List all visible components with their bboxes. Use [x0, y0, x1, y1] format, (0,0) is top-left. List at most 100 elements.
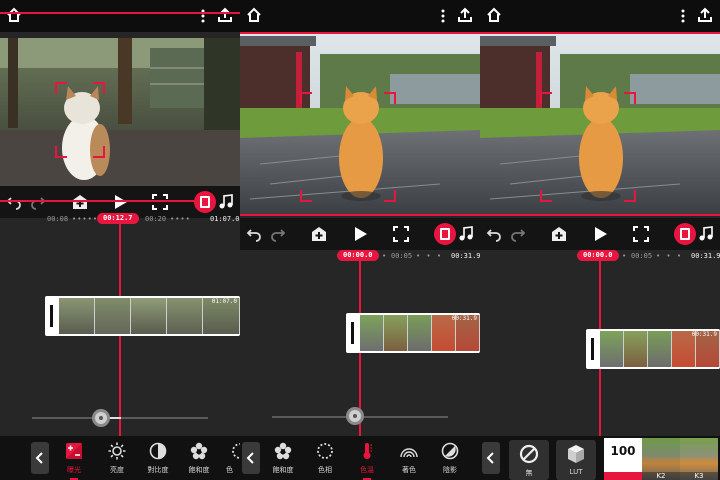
playback-controls	[480, 218, 720, 250]
top-bar	[480, 0, 720, 32]
tool-label: 飽和度	[188, 466, 210, 474]
tool-hue[interactable]: 色相	[304, 442, 346, 478]
tool-label: 曝光	[67, 466, 81, 474]
redo-icon[interactable]	[30, 194, 46, 210]
video-preview[interactable]	[240, 34, 480, 214]
share-icon[interactable]	[697, 7, 713, 23]
chevron-left-icon	[246, 452, 254, 464]
undo-icon[interactable]	[6, 194, 22, 210]
tool-exposure[interactable]: 曝光	[53, 442, 95, 480]
video-preview[interactable]	[480, 34, 720, 214]
redo-icon[interactable]	[270, 226, 286, 242]
tool-saturation[interactable]: 飽和度	[262, 442, 304, 478]
playhead-time[interactable]: 00:00.0	[337, 250, 379, 261]
tool-hue[interactable]: 色	[219, 442, 240, 478]
playback-progress	[0, 200, 194, 202]
tool-label: 色相	[318, 466, 332, 474]
contrast-icon	[149, 442, 167, 460]
lut-intensity: 100	[610, 444, 636, 458]
tool-label: 陰影	[443, 466, 457, 474]
tool-shadow[interactable]: 陰影	[429, 442, 471, 478]
share-icon[interactable]	[217, 7, 233, 23]
music-icon[interactable]	[698, 226, 714, 242]
timecode-mid: 00:20	[145, 215, 167, 223]
chevron-left-icon	[486, 452, 494, 464]
screen: 00:08 ••••• •••• 00:20 01:07.0 00:12.7 0…	[0, 0, 720, 480]
filter-label: 無	[525, 469, 533, 477]
undo-icon[interactable]	[246, 226, 262, 242]
home-icon[interactable]	[246, 7, 262, 23]
playback-controls	[240, 218, 480, 250]
playhead-time[interactable]: 00:00.0	[577, 250, 619, 261]
ruler-dots: •	[622, 252, 628, 260]
fullscreen-icon[interactable]	[393, 226, 409, 242]
add-layer-icon[interactable]	[311, 226, 327, 242]
tool-label: 著色	[402, 466, 416, 474]
timecode-mid: 00:05	[631, 252, 653, 260]
tool-contrast[interactable]: 對比度	[137, 442, 179, 478]
music-icon[interactable]	[458, 226, 474, 242]
play-icon[interactable]	[592, 226, 608, 242]
clip-trim-handle[interactable]	[351, 322, 354, 344]
film-icon[interactable]	[674, 223, 696, 245]
tint-icon	[400, 448, 418, 458]
add-layer-icon[interactable]	[551, 226, 567, 242]
timeline-clip[interactable]: 01:07.0	[45, 296, 240, 336]
exposure-icon	[66, 443, 82, 459]
none-icon	[519, 444, 539, 464]
home-icon[interactable]	[486, 7, 502, 23]
playhead-time[interactable]: 00:12.7	[97, 213, 139, 224]
chevron-left-icon	[35, 452, 43, 464]
clip-trim-handle[interactable]	[50, 305, 53, 327]
play-icon[interactable]	[352, 226, 368, 242]
film-icon[interactable]	[434, 223, 456, 245]
preview-divider	[240, 214, 480, 216]
back-button[interactable]	[482, 442, 500, 474]
adjust-toolbar: 曝光 亮度 對比度 飽和度 色	[0, 436, 240, 480]
lut-k1[interactable]: 100 K1	[604, 438, 642, 480]
more-vertical-icon[interactable]	[680, 8, 686, 24]
timeline-clip[interactable]: 00:31.9	[346, 313, 480, 353]
play-icon[interactable]	[112, 194, 128, 210]
clip-trim-handle[interactable]	[591, 338, 594, 360]
more-vertical-icon[interactable]	[200, 8, 206, 24]
redo-icon[interactable]	[510, 226, 526, 242]
zoom-slider-knob[interactable]	[346, 407, 364, 425]
timeline-clip[interactable]: 00:31.9	[586, 329, 720, 369]
video-preview[interactable]	[0, 38, 240, 186]
fullscreen-icon[interactable]	[152, 194, 168, 210]
zoom-slider-knob[interactable]	[92, 409, 110, 427]
film-icon[interactable]	[194, 191, 216, 213]
tool-brightness[interactable]: 亮度	[96, 442, 138, 478]
hue-icon	[232, 443, 240, 459]
home-icon[interactable]	[6, 7, 22, 23]
add-layer-icon[interactable]	[72, 194, 88, 210]
brightness-icon	[108, 442, 126, 460]
lut-k2[interactable]: K2	[642, 438, 680, 480]
undo-icon[interactable]	[486, 226, 502, 242]
tool-tint[interactable]: 著色	[388, 442, 430, 478]
filter-lut-button[interactable]: LUT	[556, 440, 596, 480]
tool-temperature[interactable]: 色溫	[346, 442, 388, 480]
timecode-left: 00:08	[47, 215, 69, 223]
lut-label: K1	[604, 472, 642, 480]
filter-none-button[interactable]: 無	[509, 440, 549, 480]
share-icon[interactable]	[457, 7, 473, 23]
fullscreen-icon[interactable]	[633, 226, 649, 242]
editor-panel-3: • 00:05 • • • 00:31.9 00:00.0 00:31.9 無 …	[480, 0, 720, 480]
timecode-end: 01:07.0	[210, 215, 240, 223]
tool-label: 色	[226, 466, 233, 474]
shadow-icon	[441, 442, 459, 460]
back-button[interactable]	[242, 442, 260, 474]
back-button[interactable]	[31, 442, 49, 474]
tool-saturation[interactable]: 飽和度	[178, 442, 220, 478]
clip-duration: 01:07.0	[211, 298, 237, 305]
more-vertical-icon[interactable]	[440, 8, 446, 24]
top-bar	[240, 0, 480, 32]
top-bar	[0, 0, 240, 32]
lut-k3[interactable]: K3	[680, 438, 718, 480]
editor-panel-1: 00:08 ••••• •••• 00:20 01:07.0 00:12.7 0…	[0, 0, 240, 480]
lut-label: K2	[642, 472, 680, 480]
clip-duration: 00:31.9	[451, 315, 477, 322]
music-icon[interactable]	[218, 194, 234, 210]
